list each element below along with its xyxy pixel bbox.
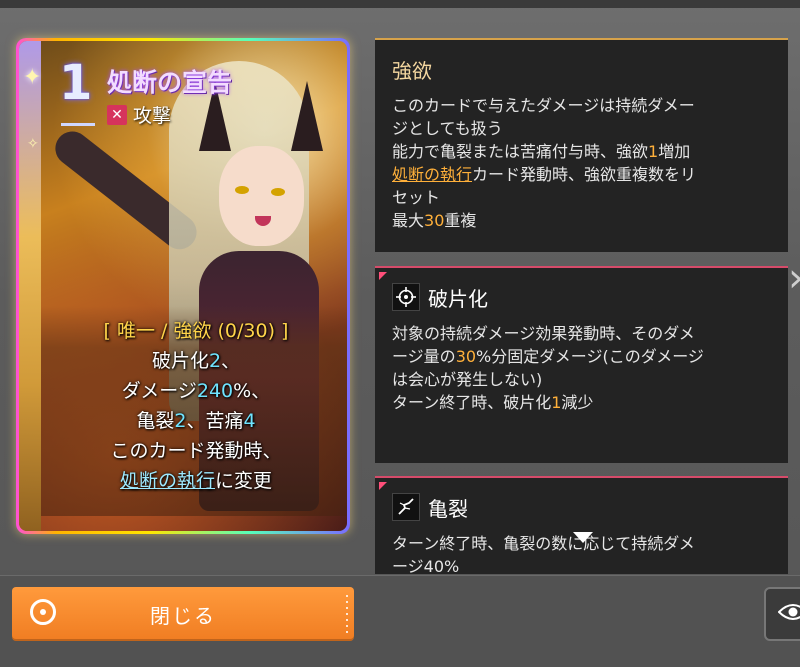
tooltip-fragmentation: 破片化 対象の持続ダメージ効果発動時、そのダメ ージ量の30%分固定ダメージ(こ… — [375, 266, 788, 463]
divider — [346, 595, 348, 633]
character-eye-left — [235, 186, 249, 194]
tooltip-line: 能力で亀裂または苦痛付与時、強欲1増加 — [392, 140, 774, 163]
tooltip-line: は会心が発生しない) — [392, 370, 543, 389]
tooltip-number: 30 — [455, 347, 477, 366]
tooltip-line: セット — [392, 188, 441, 207]
effect-text: 、苦痛 — [186, 410, 244, 432]
eye-toggle-button[interactable] — [764, 587, 800, 641]
effect-number: 2 — [174, 410, 187, 432]
sparkle-icon: ✦ — [23, 65, 42, 90]
character-face — [219, 146, 304, 246]
crack-icon — [392, 493, 420, 521]
effect-text: 、 — [221, 350, 241, 372]
effect-line: 処断の執行に変更 — [41, 466, 347, 496]
effect-text: %、 — [233, 380, 271, 402]
tooltip-crack: 亀裂 ターン終了時、亀裂の数に応じて持続ダメ ージ40% — [375, 476, 788, 574]
effect-text: に変更 — [215, 470, 273, 492]
top-strip — [0, 0, 800, 8]
tooltip-line: 対象の持続ダメージ効果発動時、そのダメ — [392, 324, 695, 343]
sparkle-small-icon: ✧ — [27, 136, 39, 152]
chevron-right-icon[interactable]: › — [788, 255, 800, 301]
tooltip-line: このカードで与えたダメージは持続ダメー — [392, 96, 695, 115]
tooltip-title: 破片化 — [428, 286, 488, 311]
character-eye-right — [271, 188, 285, 196]
corner-marker — [379, 482, 387, 490]
attack-icon: ✕ — [107, 104, 127, 125]
card-frame — [19, 41, 41, 531]
tooltip-line: 処断の執行カード発動時、強欲重複数をリ — [392, 163, 774, 186]
execution-card-link[interactable]: 処断の執行 — [392, 165, 472, 184]
card-title: 処断の宣告 — [107, 68, 233, 97]
card-art: ✦ ✧ 1 処断の宣告 ✕ 攻撃 [ 唯一 / 強欲 (0/30) ] 破片化2… — [19, 41, 347, 531]
effect-line: ダメージ240%、 — [41, 376, 347, 406]
tooltip-body: このカードで与えたダメージは持続ダメー ジとしても扱う 能力で亀裂または苦痛付与… — [392, 94, 774, 232]
tooltip-title: 亀裂 — [428, 496, 468, 521]
horn-right — [291, 81, 323, 151]
card-cost: 1 — [59, 55, 93, 111]
effect-number: 240 — [196, 380, 234, 402]
tooltip-body: 対象の持続ダメージ効果発動時、そのダメ ージ量の30%分固定ダメージ(このダメー… — [392, 322, 774, 414]
keyword-line[interactable]: [ 唯一 / 強欲 (0/30) ] — [41, 316, 347, 346]
tooltip-line: ージ40% — [392, 557, 460, 574]
execution-card-link[interactable]: 処断の執行 — [120, 470, 215, 492]
tooltip-header: 亀裂 — [392, 490, 774, 524]
scroll-down-icon[interactable] — [573, 532, 593, 543]
effect-line: 破片化2、 — [41, 346, 347, 376]
tooltip-text: カード発動時、強欲重複数をリ — [472, 165, 697, 184]
tooltip-text: 増加 — [658, 142, 691, 161]
tooltip-line: ージ量の30%分固定ダメージ(このダメージ — [392, 345, 774, 368]
tooltip-line: ターン終了時、破片化1減少 — [392, 391, 774, 414]
tooltip-line: ジとしても扱う — [392, 119, 503, 138]
tooltip-title: 強欲 — [392, 58, 432, 83]
tooltip-number: 1 — [648, 142, 659, 161]
corner-marker — [379, 272, 387, 280]
circle-icon — [30, 599, 56, 625]
effect-number: 2 — [208, 350, 222, 372]
card-effects: [ 唯一 / 強欲 (0/30) ] 破片化2、 ダメージ240%、 亀裂2、苦… — [41, 316, 347, 496]
tooltip-header: 破片化 — [392, 280, 774, 314]
tooltip-greed: 強欲 このカードで与えたダメージは持続ダメー ジとしても扱う 能力で亀裂または苦… — [375, 38, 788, 252]
effect-number: 4 — [243, 410, 256, 432]
effect-line: このカード発動時、 — [110, 440, 282, 462]
tooltip-text: 能力で亀裂または苦痛付与時、強欲 — [392, 142, 649, 161]
tooltip-text: 減少 — [561, 393, 594, 412]
tooltip-number: 1 — [551, 393, 562, 412]
eye-icon — [777, 602, 800, 626]
card-type: ✕ 攻撃 — [107, 101, 171, 128]
tooltip-text: ターン終了時、破片化 — [392, 393, 552, 412]
tooltip-text: 重複 — [444, 211, 477, 230]
tooltip-text: %分固定ダメージ(このダメージ — [476, 347, 704, 366]
effect-text: 破片化 — [151, 350, 209, 372]
tooltip-text: ージ量の — [392, 347, 456, 366]
tooltip-header: 強欲 — [392, 52, 774, 86]
effect-text: 亀裂 — [136, 410, 175, 432]
tooltip-number: 30 — [424, 211, 445, 230]
card-type-label: 攻撃 — [133, 105, 172, 127]
skill-card[interactable]: ✦ ✧ 1 処断の宣告 ✕ 攻撃 [ 唯一 / 強欲 (0/30) ] 破片化2… — [16, 38, 350, 534]
effect-text: ダメージ — [121, 380, 197, 402]
close-button[interactable]: 閉じる — [12, 587, 354, 641]
tooltip-line: 最大30重複 — [392, 209, 774, 232]
tooltip-text: 最大 — [392, 211, 425, 230]
close-button-label: 閉じる — [150, 603, 216, 628]
crosshair-icon — [392, 283, 420, 311]
cost-underline — [61, 123, 95, 126]
effect-line: 亀裂2、苦痛4 — [41, 406, 347, 436]
